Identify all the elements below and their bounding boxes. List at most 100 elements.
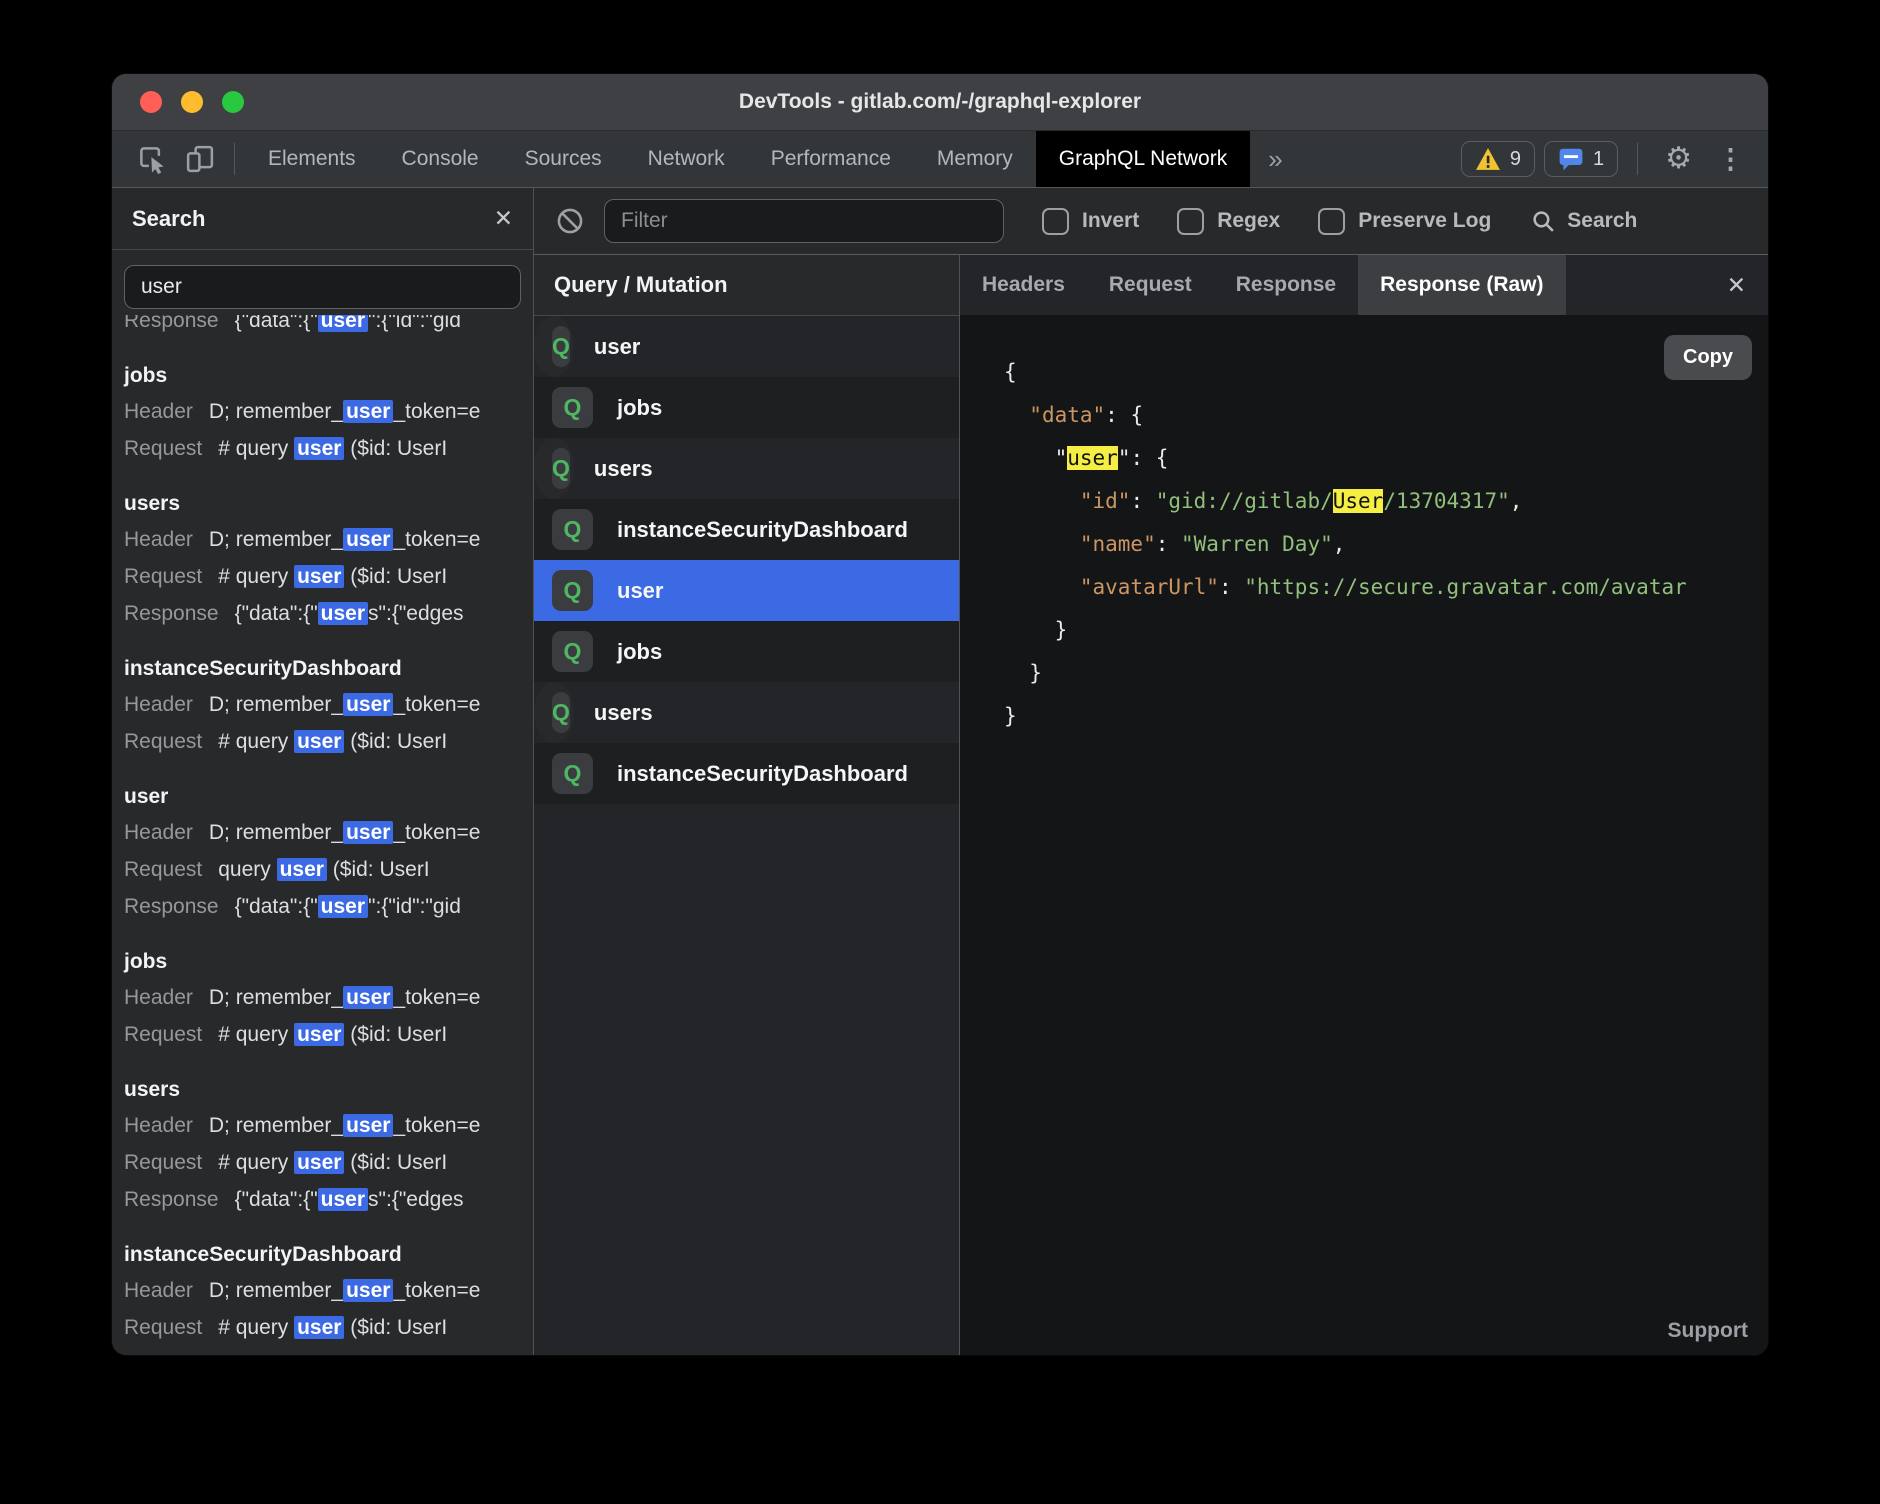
search-result-line[interactable]: Response {"data":{"user":{"id":"gid — [124, 315, 533, 339]
search-result-line[interactable]: Response{"data":{"users":{"edges — [124, 1181, 533, 1218]
query-item-user[interactable]: Quser — [534, 560, 959, 621]
result-field-value: D; remember_user_token=e — [209, 528, 481, 551]
result-field-label: Request — [124, 1023, 202, 1046]
toolbar-tab-sources[interactable]: Sources — [502, 131, 625, 187]
minimize-window-button[interactable] — [181, 91, 203, 113]
search-result-line[interactable]: Requestquery user ($id: UserI — [124, 851, 533, 888]
match-highlight: user — [343, 986, 393, 1009]
inspect-element-icon[interactable] — [128, 144, 176, 174]
toolbar-separator — [1637, 143, 1638, 175]
detail-tab-response-raw[interactable]: Response (Raw) — [1358, 255, 1565, 315]
detail-tab-headers[interactable]: Headers — [960, 255, 1087, 315]
preserve-log-checkbox[interactable]: Preserve Log — [1318, 208, 1491, 235]
match-highlight: user — [343, 1279, 393, 1302]
query-item-instancesecuritydashboard[interactable]: QinstanceSecurityDashboard — [534, 499, 959, 560]
match-highlight: user — [294, 437, 344, 460]
clear-log-icon[interactable] — [556, 207, 584, 235]
result-field-value: D; remember_user_token=e — [209, 1279, 481, 1302]
clear-log-icon — [556, 207, 584, 235]
zoom-window-button[interactable] — [222, 91, 244, 113]
detail-tab-response[interactable]: Response — [1214, 255, 1358, 315]
value-text: D; remember_ — [209, 528, 343, 551]
search-icon — [1531, 209, 1556, 234]
invert-checkbox[interactable]: Invert — [1042, 208, 1139, 235]
value-text: _token=e — [393, 400, 480, 423]
query-item-jobs[interactable]: Qjobs — [534, 621, 959, 682]
issues-badge[interactable]: 1 — [1544, 141, 1618, 177]
json-line: "user": { — [1004, 437, 1768, 480]
json-token: " — [1055, 446, 1068, 470]
value-text: _token=e — [393, 528, 480, 551]
search-result-line[interactable]: Request# query user ($id: UserI — [124, 1144, 533, 1181]
detail-close-icon[interactable]: ✕ — [1705, 272, 1768, 299]
search-result-line[interactable]: Request# query user ($id: UserI — [124, 430, 533, 467]
json-token: "id" — [1080, 489, 1131, 513]
result-field-label: Request — [124, 858, 202, 881]
query-item-instancesecuritydashboard[interactable]: QinstanceSecurityDashboard — [534, 743, 959, 804]
search-result-line[interactable]: HeaderD; remember_user_token=e — [124, 1272, 533, 1309]
result-field-label: Response — [124, 315, 219, 332]
query-type-badge: Q — [552, 692, 570, 733]
toolbar-tab-memory[interactable]: Memory — [914, 131, 1036, 187]
search-result-line[interactable]: HeaderD; remember_user_token=e — [124, 686, 533, 723]
regex-checkbox[interactable]: Regex — [1177, 208, 1280, 235]
toolbar-tab-graphql-network[interactable]: GraphQL Network — [1036, 131, 1250, 187]
match-highlight: user — [1067, 446, 1118, 470]
result-field-value: # query user ($id: UserI — [218, 1316, 447, 1339]
toolbar-tab-console[interactable]: Console — [379, 131, 502, 187]
query-item-users[interactable]: Qusers — [534, 438, 574, 499]
warning-triangle-icon — [1475, 147, 1501, 171]
search-result-line[interactable]: Request# query user ($id: UserI — [124, 1016, 533, 1053]
search-result-group-title: instanceSecurityDashboard — [124, 1238, 533, 1272]
query-item-users[interactable]: Qusers — [534, 682, 574, 743]
query-list: QuserQjobsQusersQinstanceSecurityDashboa… — [534, 316, 959, 804]
device-toolbar-icon[interactable] — [176, 144, 224, 174]
search-result-line[interactable]: Response{"data":{"user":{"id":"gid — [124, 888, 533, 925]
search-close-icon[interactable]: ✕ — [494, 205, 513, 232]
search-input[interactable] — [124, 265, 521, 309]
query-item-user[interactable]: Quser — [534, 316, 574, 377]
value-text: ":{"id":"gid — [368, 315, 461, 332]
search-result-line[interactable]: Request# query user ($id: UserI — [124, 1309, 533, 1346]
search-result-line[interactable]: HeaderD; remember_user_token=e — [124, 393, 533, 430]
search-result-line[interactable]: HeaderD; remember_user_token=e — [124, 814, 533, 851]
more-options-menu-icon[interactable]: ⋮ — [1709, 146, 1752, 173]
query-item-label: instanceSecurityDashboard — [617, 761, 908, 787]
value-text: _token=e — [393, 693, 480, 716]
result-field-value: {"data":{"user":{"id":"gid — [235, 315, 461, 332]
query-type-badge: Q — [552, 448, 570, 489]
more-tabs-chevron-icon[interactable]: » — [1250, 144, 1300, 175]
search-result-line[interactable]: Response{"data":{"users":{"edges — [124, 595, 533, 632]
toolbar-tab-elements[interactable]: Elements — [245, 131, 379, 187]
result-field-value: D; remember_user_token=e — [209, 821, 481, 844]
detail-tab-request[interactable]: Request — [1087, 255, 1214, 315]
detail-tabs: HeadersRequestResponseResponse (Raw) — [960, 255, 1566, 315]
query-item-jobs[interactable]: Qjobs — [534, 377, 959, 438]
value-text: ($id: UserI — [344, 1316, 447, 1339]
copy-button[interactable]: Copy — [1664, 335, 1752, 380]
search-result-line[interactable]: Request# query user ($id: UserI — [124, 723, 533, 760]
search-result-line[interactable]: Request# query user ($id: UserI — [124, 558, 533, 595]
support-link[interactable]: Support — [1668, 1319, 1748, 1343]
search-toggle[interactable]: Search — [1531, 209, 1637, 234]
search-result-line[interactable]: HeaderD; remember_user_token=e — [124, 979, 533, 1016]
filter-input[interactable] — [604, 199, 1004, 243]
json-line: } — [1004, 609, 1768, 652]
close-window-button[interactable] — [140, 91, 162, 113]
result-field-label: Response — [124, 602, 219, 625]
value-text: # query — [218, 1151, 294, 1174]
search-panel-header: Search ✕ — [112, 188, 533, 250]
search-result-group-users: usersHeaderD; remember_user_token=eReque… — [124, 1073, 533, 1218]
warnings-badge[interactable]: 9 — [1461, 141, 1535, 177]
toolbar-tab-network[interactable]: Network — [625, 131, 748, 187]
toolbar-tab-performance[interactable]: Performance — [748, 131, 914, 187]
search-result-group-user: userHeaderD; remember_user_token=eReques… — [124, 780, 533, 925]
value-text: s":{"edges — [368, 1188, 463, 1211]
search-result-line[interactable]: HeaderD; remember_user_token=e — [124, 1107, 533, 1144]
settings-gear-icon[interactable]: ⚙ — [1657, 144, 1700, 174]
search-result-line[interactable]: HeaderD; remember_user_token=e — [124, 521, 533, 558]
filter-toolbar: Invert Regex Preserve Log — [534, 188, 1768, 255]
match-highlight: user — [277, 858, 327, 881]
window-title: DevTools - gitlab.com/-/graphql-explorer — [739, 90, 1141, 114]
json-line: "id": "gid://gitlab/User/13704317", — [1004, 480, 1768, 523]
